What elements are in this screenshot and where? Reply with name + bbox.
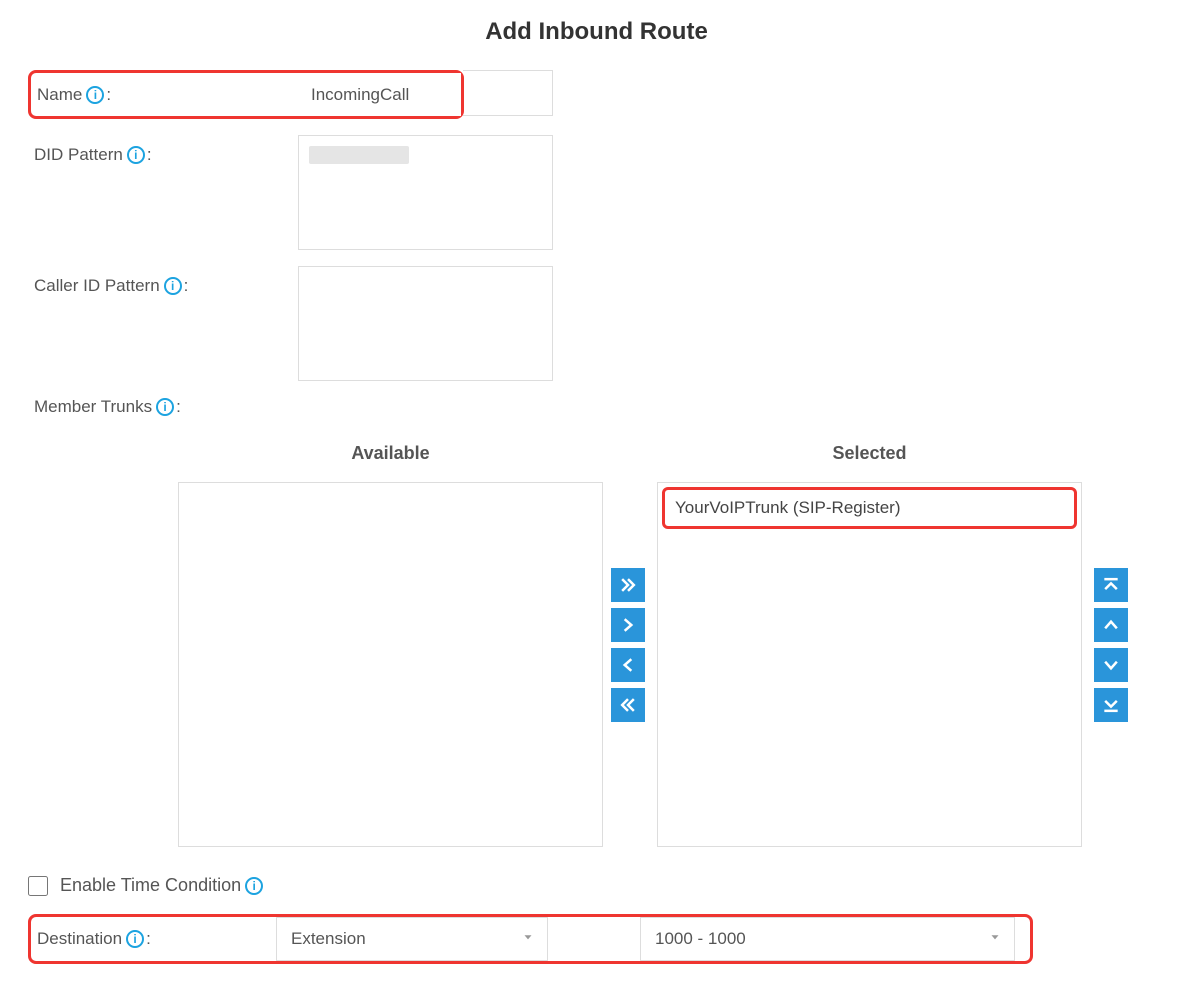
did-pattern-label: DID Pattern i : (28, 135, 298, 175)
caret-down-icon (988, 929, 1002, 949)
available-header: Available (351, 443, 429, 464)
destination-label-text: Destination (37, 929, 122, 949)
did-pattern-row: DID Pattern i : (28, 135, 1165, 250)
info-icon[interactable]: i (164, 277, 182, 295)
did-pattern-label-text: DID Pattern (34, 145, 123, 165)
time-condition-checkbox[interactable] (28, 876, 48, 896)
trunks-columns: Available Selected YourVoIPTrunk (SIP-Re… (178, 443, 1165, 847)
name-label-suffix: : (106, 85, 111, 105)
name-label-text: Name (37, 85, 82, 105)
available-block: Available (178, 443, 603, 847)
move-left-button[interactable] (611, 648, 645, 682)
callerid-pattern-row: Caller ID Pattern i : (28, 266, 1165, 381)
destination-type-value: Extension (291, 929, 366, 949)
member-trunks-label: Member Trunks i : (28, 397, 298, 427)
callerid-pattern-label-suffix: : (184, 276, 189, 296)
time-condition-label: Enable Time Condition (60, 875, 241, 896)
callerid-pattern-label: Caller ID Pattern i : (28, 266, 298, 306)
destination-type-select[interactable]: Extension (276, 917, 548, 961)
available-listbox[interactable] (178, 482, 603, 847)
reorder-buttons-group (1088, 443, 1134, 847)
did-pattern-label-suffix: : (147, 145, 152, 165)
selected-block: Selected YourVoIPTrunk (SIP-Register) (657, 443, 1082, 847)
member-trunks-label-text: Member Trunks (34, 397, 152, 417)
callerid-pattern-input[interactable] (298, 266, 553, 381)
move-bottom-button[interactable] (1094, 688, 1128, 722)
name-input-extra (463, 70, 553, 116)
destination-target-select[interactable]: 1000 - 1000 (640, 917, 1015, 961)
move-buttons-group (605, 443, 651, 847)
move-all-right-button[interactable] (611, 568, 645, 602)
name-label: Name i : (31, 73, 301, 116)
form-container: Name i : DID Pattern i : Caller ID Patte… (0, 70, 1193, 964)
page-title: Add Inbound Route (0, 0, 1193, 70)
caret-down-icon (521, 929, 535, 949)
info-icon[interactable]: i (86, 86, 104, 104)
move-up-button[interactable] (1094, 608, 1128, 642)
destination-label: Destination i : (31, 919, 276, 959)
did-pattern-input[interactable] (298, 135, 553, 250)
member-trunks-label-suffix: : (176, 397, 181, 417)
destination-target-value: 1000 - 1000 (655, 929, 746, 949)
name-input[interactable] (301, 73, 461, 116)
info-icon[interactable]: i (156, 398, 174, 416)
selected-listbox[interactable]: YourVoIPTrunk (SIP-Register) (657, 482, 1082, 847)
destination-label-suffix: : (146, 929, 151, 949)
move-top-button[interactable] (1094, 568, 1128, 602)
destination-row: Destination i : Extension 1000 - 1000 (28, 914, 1033, 964)
name-highlight-box: Name i : (28, 70, 464, 119)
info-icon[interactable]: i (245, 877, 263, 895)
name-row: Name i : (28, 70, 1165, 119)
move-down-button[interactable] (1094, 648, 1128, 682)
callerid-pattern-label-text: Caller ID Pattern (34, 276, 160, 296)
time-condition-row: Enable Time Condition i (28, 875, 1165, 896)
move-all-left-button[interactable] (611, 688, 645, 722)
info-icon[interactable]: i (127, 146, 145, 164)
member-trunks-row: Member Trunks i : (28, 397, 1165, 427)
info-icon[interactable]: i (126, 930, 144, 948)
redacted-content (309, 146, 409, 164)
selected-header: Selected (832, 443, 906, 464)
selected-trunk-item[interactable]: YourVoIPTrunk (SIP-Register) (662, 487, 1077, 529)
move-right-button[interactable] (611, 608, 645, 642)
